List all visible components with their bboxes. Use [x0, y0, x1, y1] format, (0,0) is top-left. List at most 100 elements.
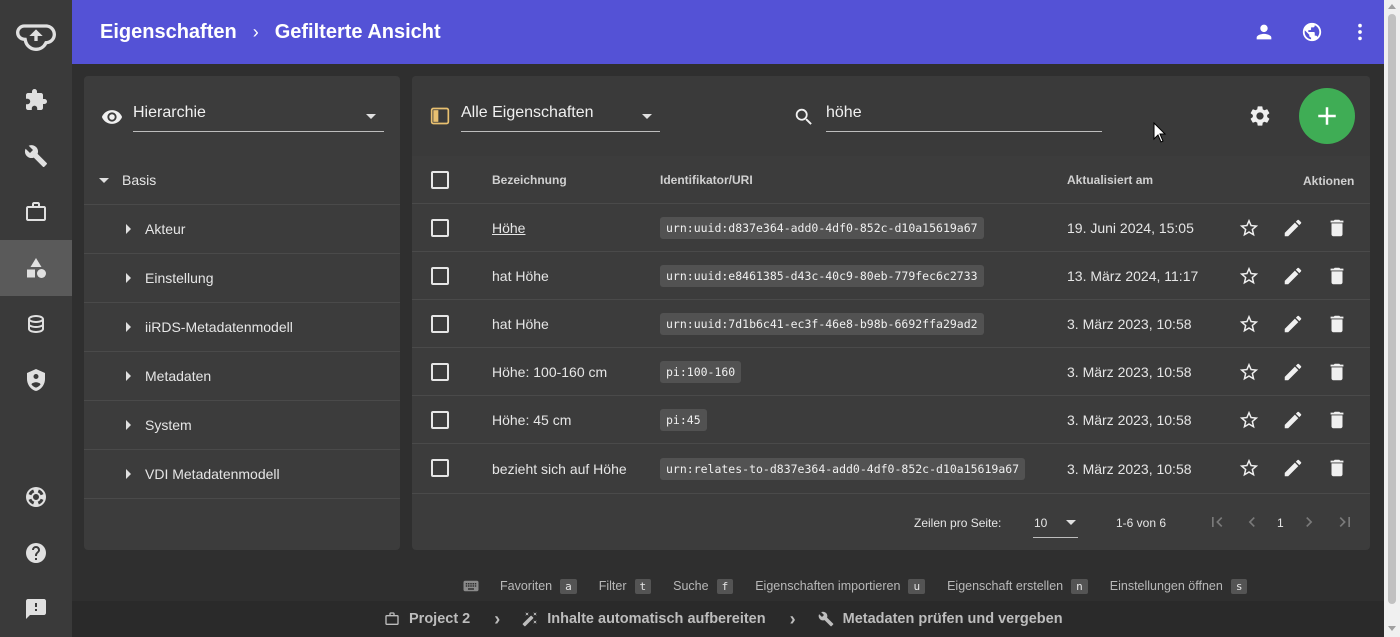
delete-trash-icon[interactable] [1326, 313, 1348, 338]
column-header-name[interactable]: Bezeichnung [492, 173, 567, 187]
row-checkbox[interactable] [431, 363, 449, 381]
shield-user-icon[interactable] [0, 352, 72, 408]
search-input[interactable]: höhe [826, 104, 1102, 132]
shapes-icon[interactable] [0, 240, 72, 296]
next-page-icon[interactable] [1299, 512, 1319, 532]
view-mode-select[interactable]: Hierarchie [133, 104, 384, 132]
expand-arrow-icon[interactable] [126, 420, 131, 430]
lifebuoy-icon[interactable] [0, 469, 72, 525]
collapse-arrow-icon[interactable] [99, 177, 109, 183]
shortcut-label: Eigenschaften importieren [755, 579, 901, 593]
property-name[interactable]: hat Höhe [492, 268, 549, 284]
tree-node-label: System [145, 417, 192, 433]
expand-arrow-icon[interactable] [126, 224, 131, 234]
extension-icon[interactable] [0, 72, 72, 128]
property-name[interactable]: hat Höhe [492, 316, 549, 332]
edit-pencil-icon[interactable] [1282, 409, 1304, 434]
row-checkbox[interactable] [431, 267, 449, 285]
feedback-icon[interactable] [0, 581, 72, 637]
shortcut-label: Suche [673, 579, 709, 593]
settings-gear-icon[interactable] [1248, 104, 1272, 128]
briefcase-icon [385, 612, 399, 625]
cloud-upload-icon[interactable] [0, 8, 72, 64]
property-uri: urn:uuid:7d1b6c41-ec3f-46e8-b98b-6692ffa… [660, 313, 984, 335]
window-scrollbar[interactable] [1384, 0, 1400, 637]
table-row[interactable]: hat Höhe urn:uuid:7d1b6c41-ec3f-46e8-b98… [412, 300, 1370, 348]
first-page-icon[interactable] [1207, 512, 1227, 532]
search-input-value: höhe [826, 104, 862, 121]
help-icon[interactable] [0, 525, 72, 581]
expand-arrow-icon[interactable] [126, 322, 131, 332]
shortcut-key: s [1230, 578, 1248, 594]
workflow-project[interactable]: Project 2 [409, 611, 470, 627]
tree-node-label: VDI Metadatenmodell [145, 466, 280, 482]
account-icon[interactable] [1240, 0, 1288, 64]
favorite-star-icon[interactable] [1238, 457, 1260, 482]
table-row[interactable]: bezieht sich auf Höhe urn:relates-to-d83… [412, 444, 1370, 494]
updated-date: 13. März 2024, 11:17 [1067, 268, 1199, 284]
delete-trash-icon[interactable] [1326, 265, 1348, 290]
edit-pencil-icon[interactable] [1282, 265, 1304, 290]
tree-node[interactable]: Akteur [84, 205, 400, 254]
updated-date: 3. März 2023, 10:58 [1067, 364, 1192, 380]
prev-page-icon[interactable] [1242, 512, 1262, 532]
column-header-uri[interactable]: Identifikator/URI [660, 173, 753, 187]
tree-node[interactable]: System [84, 401, 400, 450]
favorite-star-icon[interactable] [1238, 265, 1260, 290]
row-checkbox[interactable] [431, 411, 449, 429]
eye-icon [101, 110, 123, 124]
current-page: 1 [1277, 516, 1284, 530]
property-uri: pi:45 [660, 409, 707, 431]
favorite-star-icon[interactable] [1238, 361, 1260, 386]
edit-pencil-icon[interactable] [1282, 313, 1304, 338]
table-row[interactable]: Höhe urn:uuid:d837e364-add0-4df0-852c-d1… [412, 204, 1370, 252]
property-name[interactable]: bezieht sich auf Höhe [492, 461, 627, 477]
database-icon[interactable] [0, 296, 72, 352]
tree-node[interactable]: iiRDS-Metadatenmodell [84, 303, 400, 352]
filter-panel-icon[interactable] [429, 106, 451, 126]
property-filter-select[interactable]: Alle Eigenschaften [461, 104, 660, 132]
row-checkbox[interactable] [431, 459, 449, 477]
expand-arrow-icon[interactable] [126, 371, 131, 381]
tree-node[interactable]: Einstellung [84, 254, 400, 303]
breadcrumb-properties[interactable]: Eigenschaften [100, 21, 237, 44]
add-property-button[interactable] [1299, 88, 1355, 144]
tree-node[interactable]: Metadaten [84, 352, 400, 401]
delete-trash-icon[interactable] [1326, 409, 1348, 434]
tree-node[interactable]: VDI Metadatenmodell [84, 450, 400, 499]
delete-trash-icon[interactable] [1326, 457, 1348, 482]
table-row[interactable]: hat Höhe urn:uuid:e8461385-d43c-40c9-80e… [412, 252, 1370, 300]
edit-pencil-icon[interactable] [1282, 217, 1304, 242]
edit-pencil-icon[interactable] [1282, 457, 1304, 482]
table-row[interactable]: Höhe: 45 cm pi:45 3. März 2023, 10:58 [412, 396, 1370, 444]
briefcase-icon[interactable] [0, 184, 72, 240]
column-header-updated[interactable]: Aktualisiert am [1067, 173, 1153, 187]
expand-arrow-icon[interactable] [126, 469, 131, 479]
row-checkbox[interactable] [431, 219, 449, 237]
select-all-checkbox[interactable] [431, 171, 449, 189]
more-vert-icon[interactable] [1336, 0, 1384, 64]
rows-per-page-select[interactable]: 10 [1033, 508, 1078, 538]
row-checkbox[interactable] [431, 315, 449, 333]
wrench-icon[interactable] [0, 128, 72, 184]
favorite-star-icon[interactable] [1238, 313, 1260, 338]
favorite-star-icon[interactable] [1238, 217, 1260, 242]
expand-arrow-icon[interactable] [126, 273, 131, 283]
tree-node-label: Metadaten [145, 368, 212, 384]
property-name-link[interactable]: Höhe [492, 220, 525, 236]
language-globe-icon[interactable] [1288, 0, 1336, 64]
delete-trash-icon[interactable] [1326, 217, 1348, 242]
workflow-step-metadata[interactable]: Metadaten prüfen und vergeben [843, 611, 1063, 627]
tree-node-root[interactable]: Basis [84, 156, 400, 205]
property-name[interactable]: Höhe: 45 cm [492, 412, 571, 428]
table-row[interactable]: Höhe: 100-160 cm pi:100-160 3. März 2023… [412, 348, 1370, 396]
last-page-icon[interactable] [1335, 512, 1355, 532]
delete-trash-icon[interactable] [1326, 361, 1348, 386]
workflow-separator: › [789, 608, 796, 629]
property-name[interactable]: Höhe: 100-160 cm [492, 364, 607, 380]
scrollbar-thumb[interactable] [1388, 14, 1396, 604]
shortcut-label: Einstellungen öffnen [1109, 579, 1223, 593]
workflow-step-prepare[interactable]: Inhalte automatisch aufbereiten [547, 611, 765, 627]
edit-pencil-icon[interactable] [1282, 361, 1304, 386]
favorite-star-icon[interactable] [1238, 409, 1260, 434]
